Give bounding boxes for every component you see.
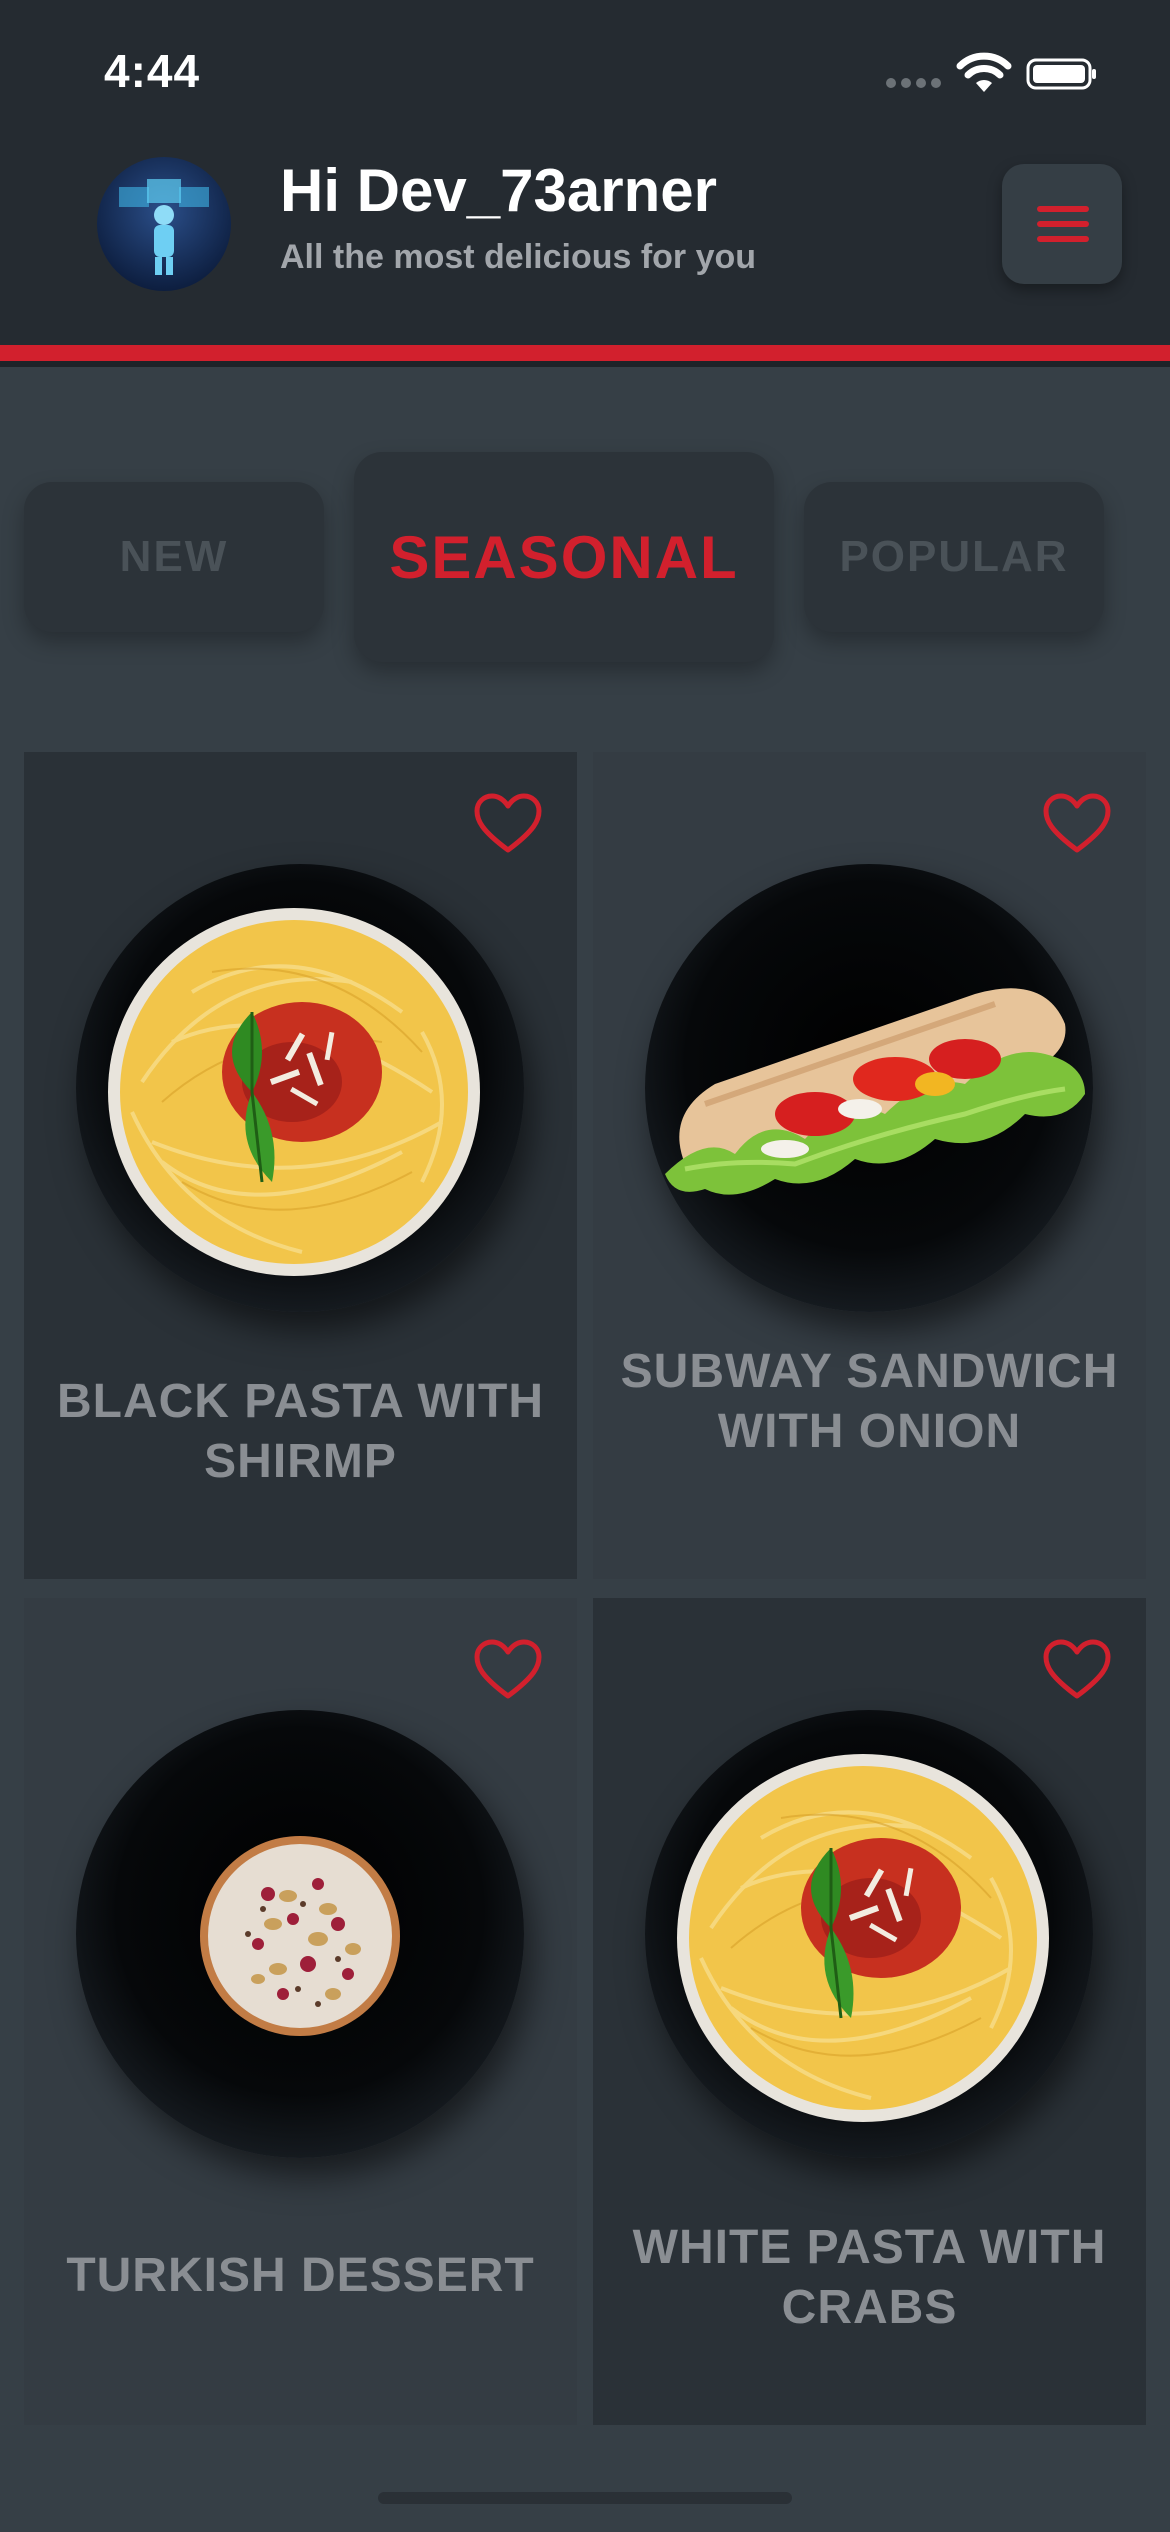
heart-outline-icon[interactable]	[1042, 1638, 1112, 1702]
greeting-title: Hi Dev_73arner	[280, 157, 717, 224]
tab-seasonal[interactable]: SEASONAL	[354, 452, 774, 662]
status-time: 4:44	[104, 45, 201, 97]
cellular-signal-icon	[886, 78, 942, 90]
pasta-plate-image	[645, 1710, 1093, 2158]
heart-outline-icon[interactable]	[1042, 792, 1112, 856]
greeting-subtitle: All the most delicious for you	[280, 238, 757, 276]
sandwich-plate-image	[645, 864, 1093, 1312]
hamburger-icon-bar-2	[1037, 221, 1089, 227]
pasta-plate-image	[76, 864, 524, 1312]
heart-outline-icon[interactable]	[473, 1638, 543, 1702]
food-card-title: WHITE PASTA WITH CRABS	[632, 2221, 1107, 2334]
menu-button[interactable]	[1002, 164, 1122, 284]
wifi-icon	[956, 52, 1012, 92]
food-card[interactable]: SUBWAY SANDWICH WITH ONION	[593, 752, 1146, 1579]
food-card-title: SUBWAY SANDWICH WITH ONION	[620, 1345, 1119, 1458]
hamburger-icon-bar-3	[1037, 236, 1089, 242]
home-indicator[interactable]	[378, 2492, 792, 2504]
hamburger-icon	[1037, 206, 1089, 212]
accent-divider-shadow	[0, 361, 1170, 367]
tab-new[interactable]: NEW	[24, 482, 324, 632]
food-card[interactable]: BLACK PASTA WITH SHIRMP	[24, 752, 577, 1579]
status-icons	[886, 52, 1116, 96]
avatar[interactable]	[97, 157, 231, 291]
heart-outline-icon[interactable]	[473, 792, 543, 856]
food-card[interactable]: TURKISH DESSERT	[24, 1598, 577, 2425]
app-header: 4:44 Hi Dev_73arner All the most delicio…	[0, 0, 1170, 345]
food-card-title: TURKISH DESSERT	[66, 2249, 535, 2302]
dessert-bowl-image	[76, 1710, 524, 2158]
food-card[interactable]: WHITE PASTA WITH CRABS	[593, 1598, 1146, 2425]
tab-popular[interactable]: POPULAR	[804, 482, 1104, 632]
accent-divider	[0, 345, 1170, 361]
battery-icon	[1026, 58, 1096, 90]
food-card-title: BLACK PASTA WITH SHIRMP	[56, 1375, 545, 1488]
